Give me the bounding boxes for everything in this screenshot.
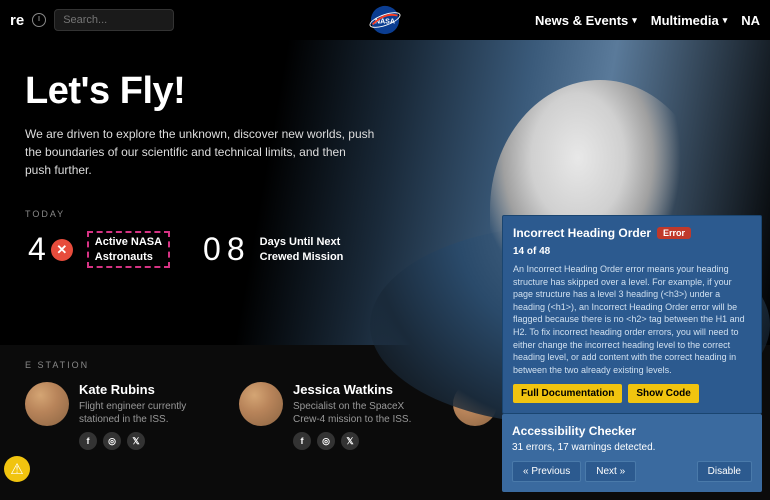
full-documentation-button[interactable]: Full Documentation [513,384,622,403]
hero-title: Let's Fly! [25,70,375,113]
crew-role: Flight engineer currently stationed in t… [79,400,209,426]
nav-na[interactable]: NA [741,13,760,28]
instagram-icon[interactable]: ◎ [317,432,335,450]
error-panel-title: Incorrect Heading Order Error [513,226,751,240]
stats-row: 4 ✕ 0 Active NASA Astronauts 0 8 Days Un… [25,231,375,268]
twitter-icon[interactable]: 𝕏 [127,432,145,450]
search-input[interactable] [54,9,174,31]
show-code-button[interactable]: Show Code [628,384,698,403]
twitter-icon[interactable]: 𝕏 [341,432,359,450]
nav-label: Multimedia [651,13,719,28]
crew-item: Jessica Watkins Specialist on the SpaceX… [239,382,423,465]
brand-fragment: re [10,12,24,29]
stat-days: 0 8 Days Until Next Crewed Mission [200,231,343,268]
avatar [25,382,69,426]
chevron-down-icon: ▾ [632,15,637,26]
clock-icon [32,13,46,27]
error-buttons: Full Documentation Show Code [513,384,751,403]
next-button[interactable]: Next » [585,461,636,482]
facebook-icon[interactable]: f [293,432,311,450]
topbar: re NASA News & Events ▾ Multimedia ▾ NA [0,0,770,40]
crew-item: Kate Rubins Flight engineer currently st… [25,382,209,465]
chevron-down-icon: ▾ [723,15,728,26]
main-nav: News & Events ▾ Multimedia ▾ NA [535,13,760,28]
instagram-icon[interactable]: ◎ [103,432,121,450]
avatar [239,382,283,426]
stat-number: 0 8 [200,231,248,268]
crew-name: Kate Rubins [79,382,209,397]
error-body: An Incorrect Heading Order error means y… [513,263,751,376]
crew-info: Kate Rubins Flight engineer currently st… [79,382,209,450]
error-badge: Error [657,227,691,239]
facebook-icon[interactable]: f [79,432,97,450]
digit: 4 [28,231,46,268]
nav-label: News & Events [535,13,628,28]
label-line: Astronauts [95,250,162,264]
nav-multimedia[interactable]: Multimedia ▾ [651,13,727,28]
disable-button[interactable]: Disable [697,461,752,482]
label-line: Days Until Next [260,235,344,249]
previous-button[interactable]: « Previous [512,461,581,482]
socials: f ◎ 𝕏 [293,432,423,450]
title-text: Incorrect Heading Order [513,226,651,240]
label-line: Crewed Mission [260,250,344,264]
error-panel: Incorrect Heading Order Error 14 of 48 An… [502,215,762,414]
nav-label: NA [741,13,760,28]
error-count: 14 of 48 [513,246,751,257]
crew-role: Specialist on the SpaceX Crew-4 mission … [293,400,423,426]
accessibility-panel: Accessibility Checker 31 errors, 17 warn… [502,414,762,492]
nasa-logo: NASA [367,5,403,35]
error-x-icon[interactable]: ✕ [51,239,73,261]
stat-label-highlighted[interactable]: Active NASA Astronauts [87,231,170,268]
acc-subtitle: 31 errors, 17 warnings detected. [512,442,752,453]
digit: 0 [203,231,221,268]
stat-astronauts: 4 ✕ 0 Active NASA Astronauts [25,231,170,268]
socials: f ◎ 𝕏 [79,432,209,450]
stat-label: Days Until Next Crewed Mission [260,235,344,264]
crew-name: Jessica Watkins [293,382,423,397]
acc-title: Accessibility Checker [512,424,752,438]
hero-subtitle: We are driven to explore the unknown, di… [25,125,375,179]
nav-news-events[interactable]: News & Events ▾ [535,13,637,28]
acc-buttons: « Previous Next » Disable [512,461,752,482]
hero-content: Let's Fly! We are driven to explore the … [25,70,375,268]
label-line: Active NASA [95,235,162,249]
digit: 8 [227,231,245,268]
today-label: TODAY [25,209,375,219]
crew-info: Jessica Watkins Specialist on the SpaceX… [293,382,423,450]
topbar-left: re [10,9,174,31]
warning-badge-icon[interactable]: ⚠ [4,456,30,482]
stat-number: 4 ✕ 0 [25,231,75,268]
